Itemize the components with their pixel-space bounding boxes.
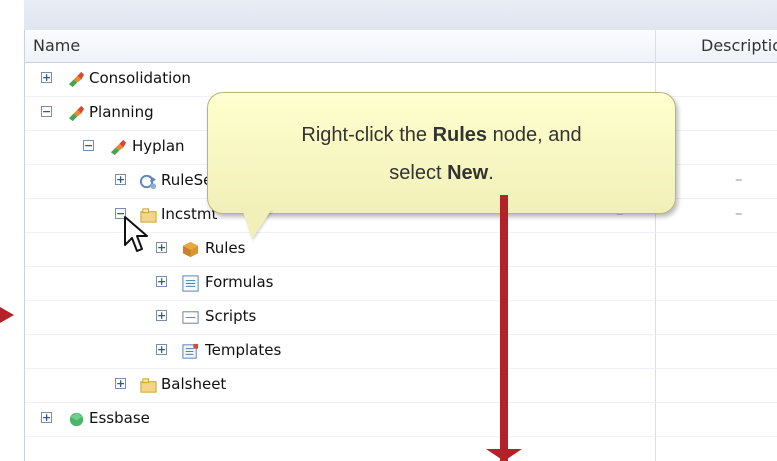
callout-line1-prefix: Right-click the [301,124,433,146]
formulas-label: Formulas [205,273,274,291]
consolidation-label: Consolidation [89,69,191,87]
callout-line-1: Right-click the Rules node, and [208,124,675,147]
expand-consolidation-icon[interactable]: + [41,72,52,83]
scripts-icon [182,311,199,324]
callout-line2-suffix: . [488,162,494,184]
rules-tree-tutorial: Name Description + Consolidation − Plann… [0,0,777,461]
callout-new-strong: New [447,162,489,184]
description-column-header[interactable]: Description [701,36,777,55]
callout-line1-suffix: node, and [487,124,582,146]
incstmt-dash-2: – [735,204,743,222]
expand-templates-icon[interactable]: + [156,344,167,355]
callout-line-2: select New. [208,162,675,185]
hyplan-label: Hyplan [132,137,185,155]
toolbar-strip [24,0,777,31]
side-arrow-icon [0,307,14,323]
name-column-header[interactable]: Name [33,36,80,55]
planning-label: Planning [89,103,154,121]
collapse-hyplan-icon[interactable]: − [83,140,94,151]
instruction-callout: Right-click the Rules node, and select N… [207,92,676,214]
rulesets-dash-2: – [735,170,743,188]
rules-icon [182,241,199,258]
templates-icon [182,343,199,359]
templates-label: Templates [205,341,282,359]
expand-balsheet-icon[interactable]: + [115,378,126,389]
hyplan-icon [110,139,127,156]
tree-row-essbase[interactable]: + Essbase [25,402,777,437]
callout-rules-strong: Rules [432,124,488,146]
incstmt-label: Incstmt [161,205,218,223]
down-arrow-line [500,195,508,461]
planning-icon [68,105,85,122]
balsheet-label: Balsheet [161,375,227,393]
expand-rules-icon[interactable]: + [156,242,167,253]
expand-formulas-icon[interactable]: + [156,276,167,287]
consolidation-icon [68,71,85,88]
down-arrow-head-icon [486,449,522,461]
essbase-icon [69,412,84,427]
tree-row-scripts[interactable]: + Scripts [25,300,777,335]
formulas-icon [182,275,199,292]
expand-essbase-icon[interactable]: + [41,412,52,423]
tree-row-formulas[interactable]: + Formulas [25,266,777,301]
expand-rulesets-icon[interactable]: + [115,174,126,185]
essbase-label: Essbase [89,409,150,427]
callout-tail [242,209,272,239]
collapse-planning-icon[interactable]: − [41,106,52,117]
scripts-label: Scripts [205,307,257,325]
tree-row-templates[interactable]: + Templates [25,334,777,369]
rules-label: Rules [205,239,246,257]
expand-scripts-icon[interactable]: + [156,310,167,321]
callout-line2-prefix: select [389,162,448,184]
tree-row-balsheet[interactable]: + Balsheet [25,368,777,403]
table-header: Name Description [25,30,777,63]
mouse-pointer-icon [124,216,148,252]
rulesets-icon [139,174,157,190]
balsheet-icon [140,378,157,393]
